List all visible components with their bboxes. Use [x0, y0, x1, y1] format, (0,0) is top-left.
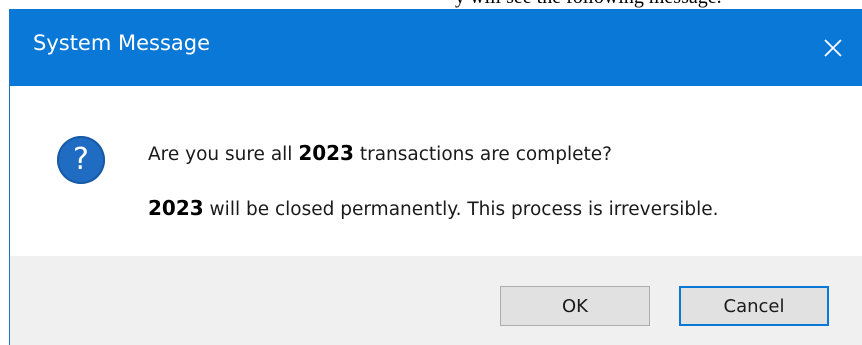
button-bar: OK Cancel [10, 256, 862, 345]
cropped-background-text: y will see the following message. [455, 0, 722, 9]
year-value: 2023 [298, 141, 354, 165]
year-value: 2023 [148, 196, 204, 220]
background-strip: y will see the following message. [0, 0, 862, 9]
ok-button[interactable]: OK [500, 286, 650, 326]
cancel-button[interactable]: Cancel [679, 286, 829, 326]
close-icon [824, 38, 842, 57]
message-text: Are you sure all [148, 144, 299, 165]
question-icon: ? [57, 136, 105, 184]
message-area: ? Are you sure all 2023 transactions are… [10, 86, 862, 256]
message-dialog: System Message ? Are you sure all 2023 t… [9, 9, 862, 345]
message-text: transactions are complete? [353, 144, 612, 165]
close-button[interactable] [804, 9, 862, 86]
dialog-title: System Message [33, 31, 211, 55]
message-text: will be closed permanently. This process… [203, 199, 719, 220]
title-bar[interactable]: System Message [10, 9, 862, 86]
message-line-2: 2023 will be closed permanently. This pr… [148, 196, 719, 220]
message-line-1: Are you sure all 2023 transactions are c… [148, 141, 612, 165]
